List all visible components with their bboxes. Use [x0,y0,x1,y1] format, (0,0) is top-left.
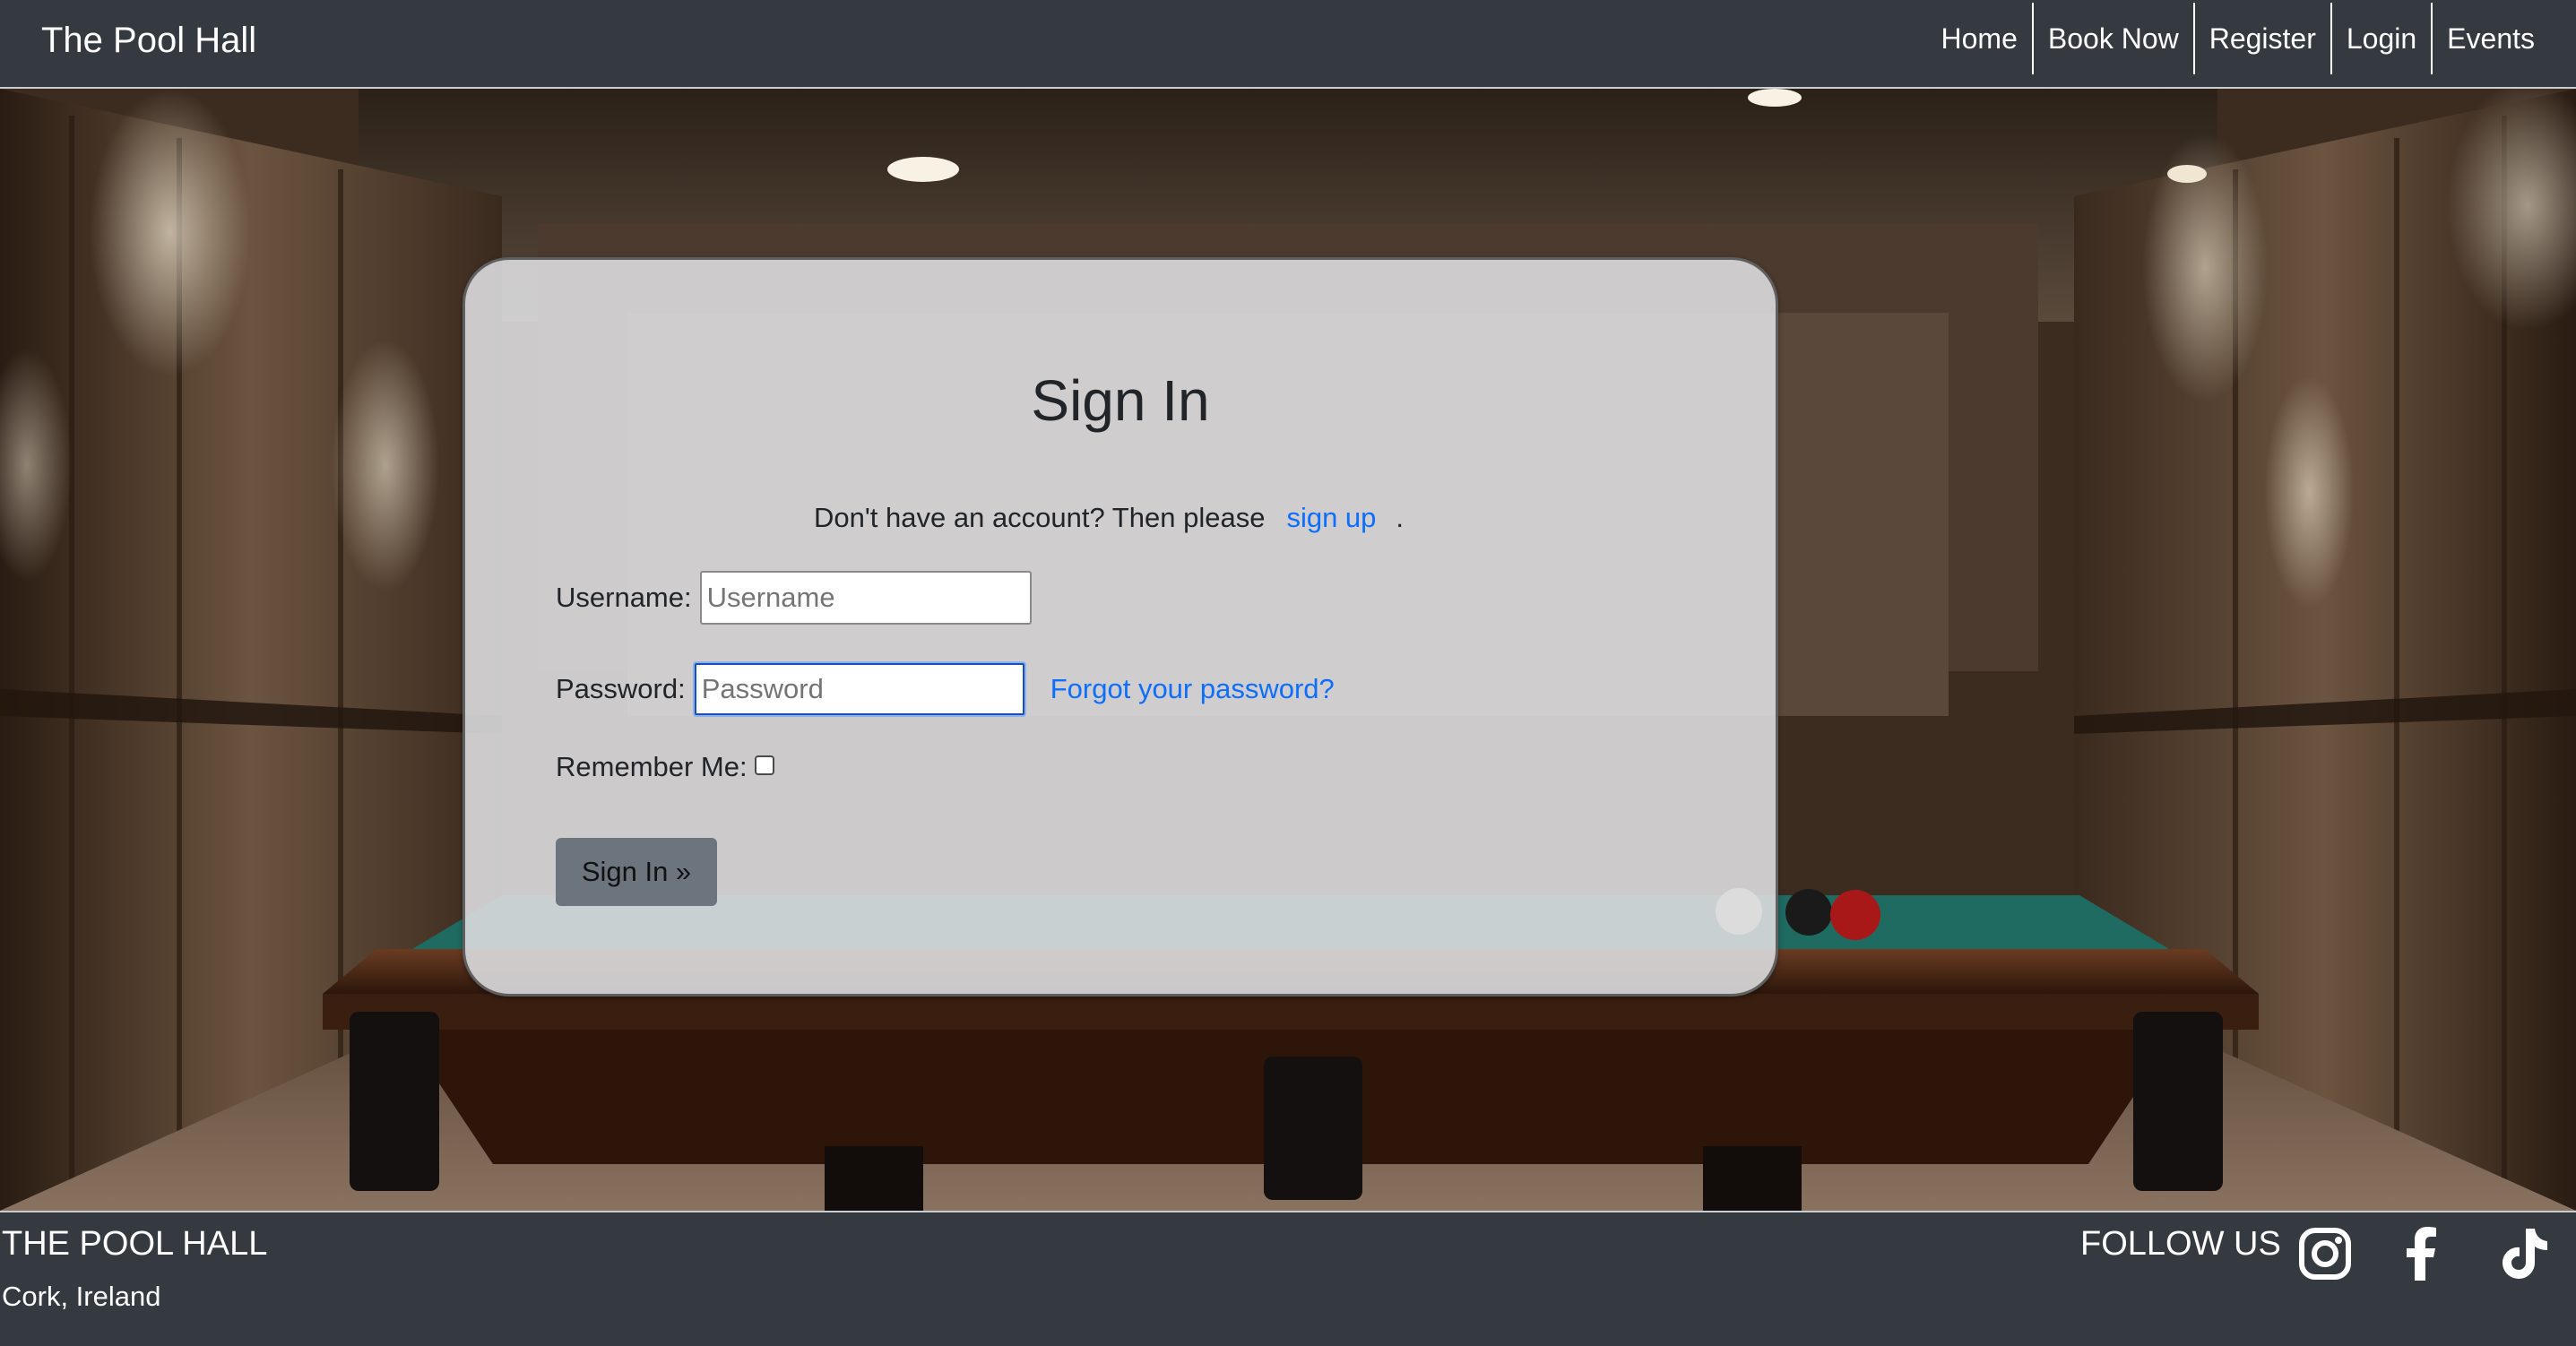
footer: THE POOL HALL Cork, Ireland FOLLOW US [0,1211,2576,1346]
remember-me-row: Remember Me: [556,751,774,783]
nav-link-home[interactable]: Home [1927,3,2034,74]
signin-button[interactable]: Sign In » [556,838,717,906]
nav-link-login[interactable]: Login [2332,3,2433,74]
tiktok-icon[interactable] [2495,1225,2553,1282]
username-row: Username: [556,571,1032,625]
signup-link[interactable]: sign up [1286,502,1376,533]
signup-prompt-text: Don't have an account? Then please [814,502,1266,533]
facebook-icon[interactable] [2393,1225,2451,1282]
username-label: Username: [556,582,692,613]
nav-links: Home Book Now Register Login Events [1927,3,2549,74]
signup-prompt-line: Don't have an account? Then please sign u… [814,502,1404,534]
nav-link-events[interactable]: Events [2433,3,2549,74]
signup-suffix: . [1396,502,1405,533]
navbar: The Pool Hall Home Book Now Register Log… [0,0,2576,89]
password-row: Password: Forgot your password? [556,661,1335,717]
password-label: Password: [556,673,686,704]
signin-title: Sign In [1031,368,1210,433]
footer-location: Cork, Ireland [2,1281,161,1312]
forgot-password-link[interactable]: Forgot your password? [1050,673,1335,705]
brand-link[interactable]: The Pool Hall [41,18,256,63]
remember-me-label: Remember Me: [556,751,748,782]
remember-me-checkbox[interactable] [754,755,774,775]
nav-link-book-now[interactable]: Book Now [2034,3,2195,74]
follow-us-label: FOLLOW US [2080,1225,2281,1263]
nav-link-register[interactable]: Register [2195,3,2332,74]
password-input[interactable] [692,661,1026,717]
username-input[interactable] [699,571,1032,625]
footer-title: THE POOL HALL [2,1225,268,1263]
instagram-icon[interactable] [2296,1225,2354,1282]
signin-card: Sign In Don't have an account? Then plea… [462,257,1778,997]
